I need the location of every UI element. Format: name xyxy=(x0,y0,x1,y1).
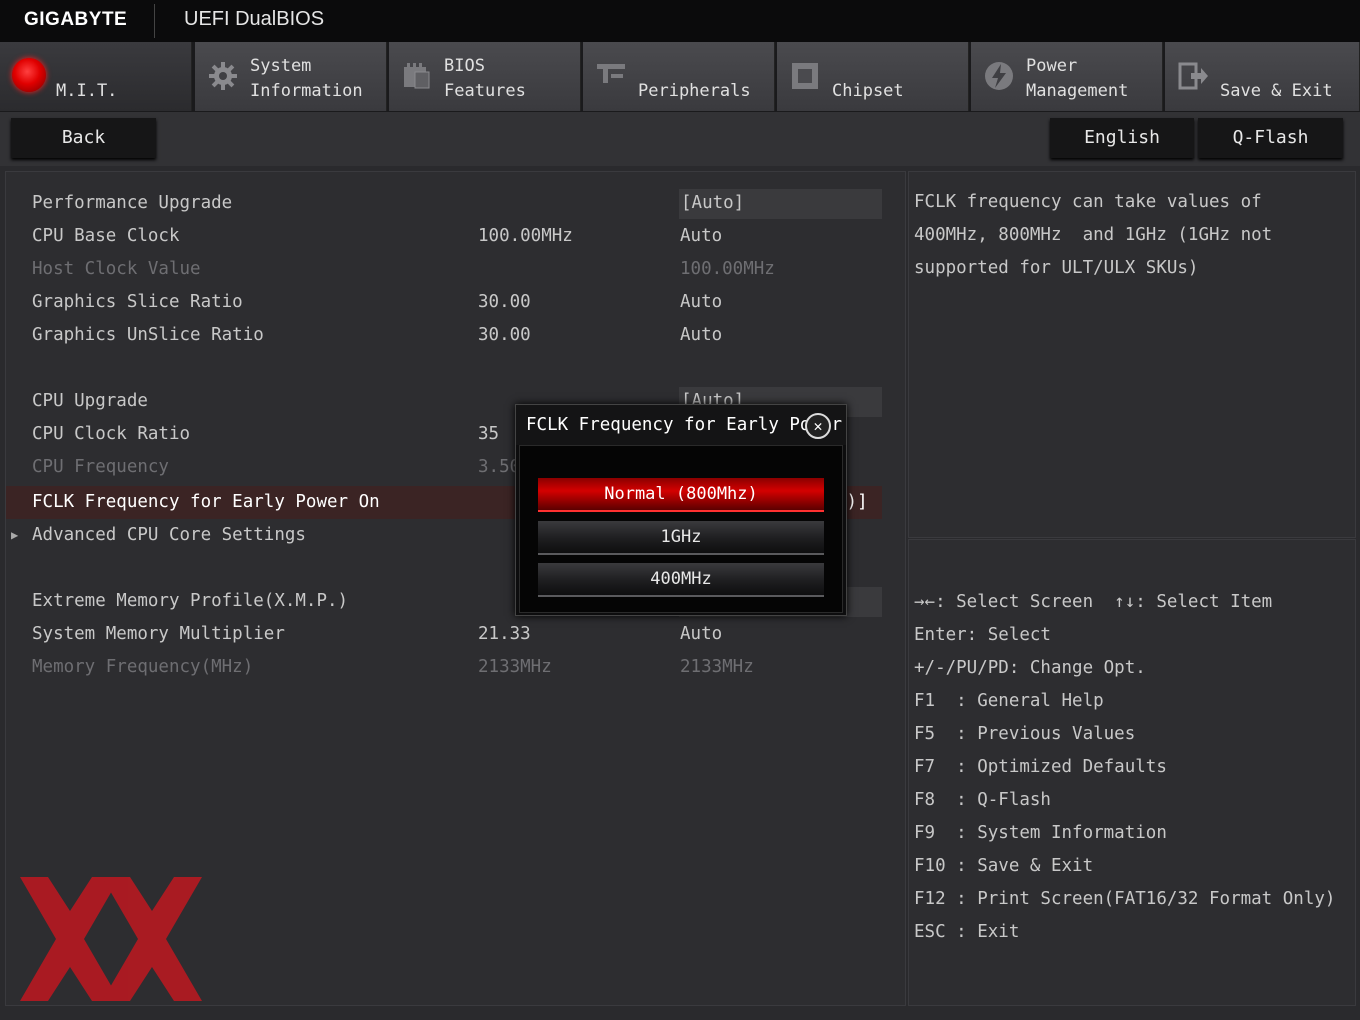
chipset-icon xyxy=(792,63,818,89)
tab-label: Power Management xyxy=(1026,56,1129,101)
setting-label: CPU Clock Ratio xyxy=(32,424,191,444)
setting-row-host-clock-value: Host Clock Value 100.00MHz xyxy=(6,253,903,286)
language-button[interactable]: English xyxy=(1050,118,1194,158)
key-legend-item: F10 : Save & Exit xyxy=(914,856,1094,876)
setting-label: CPU Base Clock xyxy=(32,226,180,246)
setting-value[interactable]: Auto xyxy=(680,319,722,352)
setting-current: 21.33 xyxy=(478,624,531,644)
setting-label: Host Clock Value xyxy=(32,259,201,279)
setting-label: FCLK Frequency for Early Power On xyxy=(32,492,380,512)
setting-row-performance-upgrade[interactable]: Performance Upgrade [Auto] xyxy=(6,187,903,220)
gear-icon xyxy=(209,62,237,90)
setting-label: Performance Upgrade xyxy=(32,193,233,213)
setting-label: Memory Frequency(MHz) xyxy=(32,657,254,677)
top-bar: GIGABYTE UEFI DualBIOS xyxy=(0,0,1360,42)
popup-options: Normal (800Mhz) 1GHz 400MHz xyxy=(519,445,843,613)
setting-value[interactable]: Auto xyxy=(680,220,722,253)
close-icon[interactable]: ✕ xyxy=(805,413,831,439)
bios-chip-icon xyxy=(404,63,430,89)
setting-label: CPU Upgrade xyxy=(32,391,148,411)
setting-label: Graphics UnSlice Ratio xyxy=(32,325,264,345)
sub-toolbar: Back English Q-Flash xyxy=(0,112,1360,166)
setting-label: Extreme Memory Profile(X.M.P.) xyxy=(32,591,349,611)
setting-value[interactable]: [Auto] xyxy=(679,189,882,219)
submenu-arrow-icon: ▶ xyxy=(11,528,19,542)
setting-current: 30.00 xyxy=(478,325,531,345)
setting-current: 30.00 xyxy=(478,292,531,312)
setting-current: 3.50 xyxy=(478,457,521,477)
tab-peripherals[interactable]: Peripherals xyxy=(583,42,775,111)
setting-label: Graphics Slice Ratio xyxy=(32,292,243,312)
setting-current: 100.00MHz xyxy=(478,226,573,246)
setting-value[interactable]: Auto xyxy=(680,618,722,651)
setting-value: 2133MHz xyxy=(680,657,754,677)
key-legend-item: F12 : Print Screen(FAT16/32 Format Only) xyxy=(914,889,1336,909)
tab-system-information[interactable]: System Information xyxy=(195,42,387,111)
product-title: UEFI DualBIOS xyxy=(184,8,325,30)
tab-label: Chipset xyxy=(832,81,904,101)
setting-current: 35 xyxy=(478,424,500,444)
power-icon xyxy=(985,62,1013,90)
option-1ghz[interactable]: 1GHz xyxy=(538,521,824,555)
key-legend-item: F8 : Q-Flash xyxy=(914,790,1051,810)
fclk-option-popup: FCLK Frequency for Early Power ✕ Normal … xyxy=(515,404,847,616)
setting-value: 100.00MHz xyxy=(680,259,775,279)
key-legend-item: F1 : General Help xyxy=(914,691,1104,711)
key-legend-item: ESC : Exit xyxy=(914,922,1020,942)
save-exit-icon xyxy=(1178,62,1208,90)
xx-watermark-logo xyxy=(20,877,202,1001)
tab-label: M.I.T. xyxy=(56,81,118,101)
popup-title: FCLK Frequency for Early Power xyxy=(516,405,846,445)
back-button[interactable]: Back xyxy=(11,118,156,158)
setting-label: Advanced CPU Core Settings xyxy=(32,525,306,545)
key-legend-item: F9 : System Information xyxy=(914,823,1167,843)
key-legend-item: F5 : Previous Values xyxy=(914,724,1136,744)
setting-row-system-memory-multiplier[interactable]: System Memory Multiplier 21.33 Auto xyxy=(6,618,903,651)
tab-label: Peripherals xyxy=(638,81,751,101)
setting-row-graphics-slice-ratio[interactable]: Graphics Slice Ratio 30.00 Auto xyxy=(6,286,903,319)
setting-label: CPU Frequency xyxy=(32,457,169,477)
brand-divider xyxy=(154,4,155,38)
tab-label: System Information xyxy=(250,56,363,101)
setting-value[interactable]: Auto xyxy=(680,286,722,319)
main-tabs: M.I.T. SystemInformation BIOSFeatures xyxy=(0,42,1360,112)
setting-row-memory-frequency: Memory Frequency(MHz) 2133MHz 2133MHz xyxy=(6,651,903,684)
tab-label: Save & Exit xyxy=(1220,81,1333,101)
brand-logo: GIGABYTE xyxy=(24,9,128,30)
key-legend-item: F7 : Optimized Defaults xyxy=(914,757,1167,777)
setting-row-graphics-unslice-ratio[interactable]: Graphics UnSlice Ratio 30.00 Auto xyxy=(6,319,903,352)
tab-chipset[interactable]: Chipset xyxy=(777,42,969,111)
help-panel: FCLK frequency can take values of 400MHz… xyxy=(908,171,1356,538)
option-400mhz[interactable]: 400MHz xyxy=(538,563,824,597)
key-legend-panel: →←: Select Screen ↑↓: Select Item Enter:… xyxy=(908,539,1356,1006)
help-text: FCLK frequency can take values of 400MHz… xyxy=(914,192,1273,278)
option-normal-800mhz[interactable]: Normal (800Mhz) xyxy=(538,478,824,512)
key-legend-item: →←: Select Screen ↑↓: Select Item xyxy=(914,592,1273,612)
setting-current: 2133MHz xyxy=(478,657,552,677)
tab-save-exit[interactable]: Save & Exit xyxy=(1165,42,1360,111)
key-legend-item: +/-/PU/PD: Change Opt. xyxy=(914,658,1146,678)
peripherals-icon xyxy=(597,64,625,83)
setting-row-cpu-base-clock[interactable]: CPU Base Clock 100.00MHz Auto xyxy=(6,220,903,253)
tab-power-management[interactable]: Power Management xyxy=(971,42,1163,111)
tab-mit[interactable]: M.I.T. xyxy=(0,42,192,111)
mit-red-dot-icon xyxy=(12,58,46,92)
setting-label: System Memory Multiplier xyxy=(32,624,285,644)
key-legend-item: Enter: Select xyxy=(914,625,1051,645)
qflash-button[interactable]: Q-Flash xyxy=(1198,118,1343,158)
tab-bios-features[interactable]: BIOS Features xyxy=(389,42,581,111)
tab-label: BIOS Features xyxy=(444,56,526,101)
